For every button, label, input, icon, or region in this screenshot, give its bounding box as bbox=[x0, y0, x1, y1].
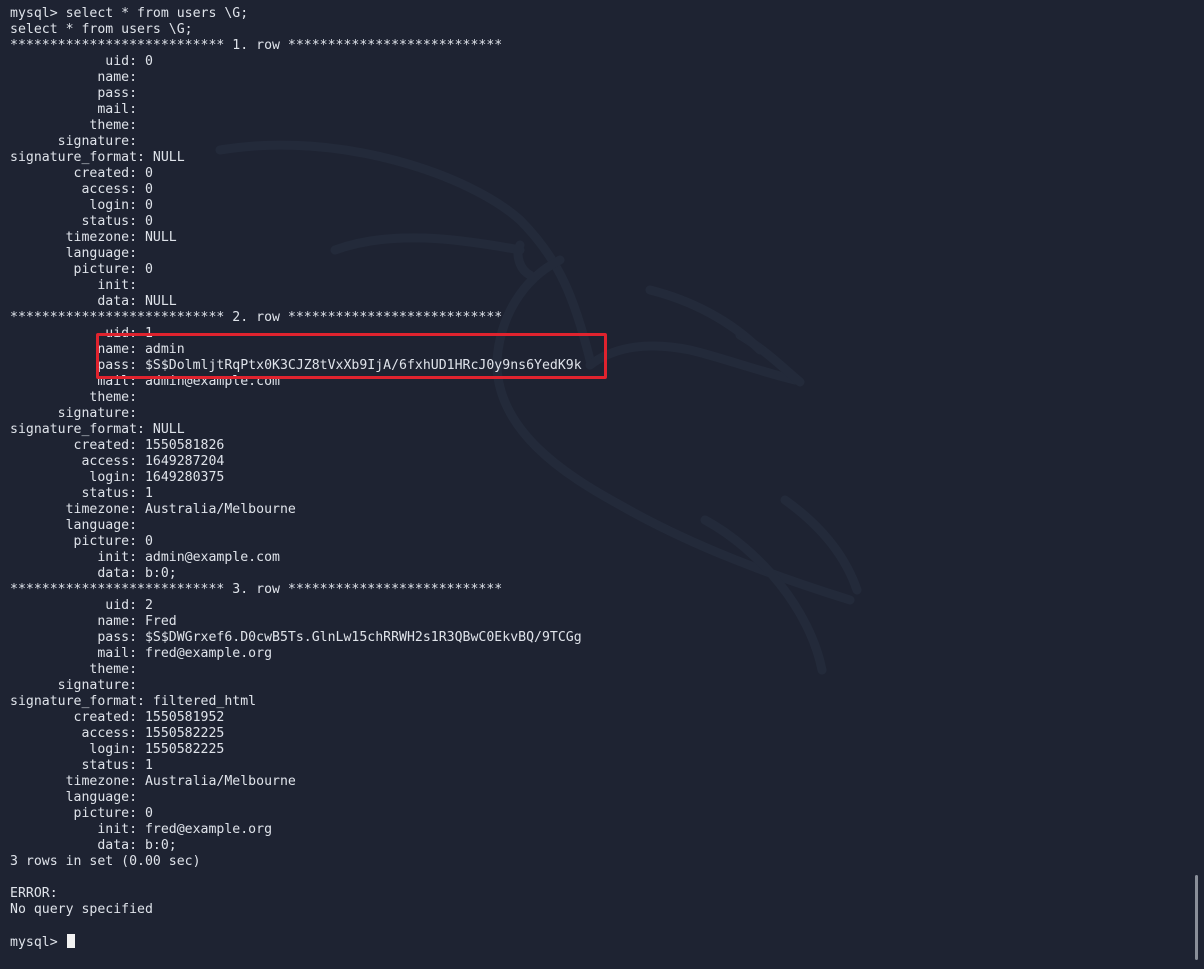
terminal-line: theme: bbox=[10, 390, 145, 405]
terminal-line: timezone: Australia/Melbourne bbox=[10, 774, 296, 789]
terminal-line: *************************** 3. row *****… bbox=[10, 582, 503, 597]
terminal-line: picture: 0 bbox=[10, 262, 153, 277]
terminal-line: login: 1649280375 bbox=[10, 470, 225, 485]
terminal-line: signature: bbox=[10, 406, 145, 421]
vertical-scrollbar[interactable] bbox=[1195, 875, 1198, 960]
terminal-line: login: 1550582225 bbox=[10, 742, 225, 757]
terminal-line: access: 0 bbox=[10, 182, 153, 197]
terminal-line: init: admin@example.com bbox=[10, 550, 280, 565]
terminal-line: data: b:0; bbox=[10, 838, 177, 853]
terminal-line: language: bbox=[10, 518, 145, 533]
terminal-line: No query specified bbox=[10, 902, 153, 917]
terminal-line: data: b:0; bbox=[10, 566, 177, 581]
terminal-line: signature_format: filtered_html bbox=[10, 694, 257, 709]
terminal-line: 3 rows in set (0.00 sec) bbox=[10, 854, 201, 869]
terminal-line: mail: fred@example.org bbox=[10, 646, 273, 661]
terminal-line: picture: 0 bbox=[10, 806, 153, 821]
terminal-line: status: 0 bbox=[10, 214, 153, 229]
terminal-line: data: NULL bbox=[10, 294, 177, 309]
terminal-line: language: bbox=[10, 246, 145, 261]
terminal-line: status: 1 bbox=[10, 486, 153, 501]
terminal-line: timezone: Australia/Melbourne bbox=[10, 502, 296, 517]
terminal-cursor bbox=[66, 934, 75, 948]
terminal-line: signature_format: NULL bbox=[10, 150, 185, 165]
terminal-line: uid: 0 bbox=[10, 54, 153, 69]
terminal-line: select * from users \G; bbox=[10, 22, 193, 37]
terminal-line: created: 1550581826 bbox=[10, 438, 225, 453]
terminal-line: signature_format: NULL bbox=[10, 422, 185, 437]
mysql-prompt: mysql> bbox=[10, 935, 66, 950]
terminal-line: mysql> select * from users \G; bbox=[10, 6, 249, 21]
terminal-line: init: bbox=[10, 278, 145, 293]
terminal-line: pass: bbox=[10, 86, 145, 101]
terminal-line: ERROR: bbox=[10, 886, 58, 901]
terminal-line: theme: bbox=[10, 118, 145, 133]
terminal-line: theme: bbox=[10, 662, 145, 677]
prompt-line[interactable]: mysql> bbox=[10, 934, 1184, 950]
terminal-line: picture: 0 bbox=[10, 534, 153, 549]
terminal-output: mysql> select * from users \G; select * f… bbox=[10, 6, 1184, 950]
terminal-line: access: 1649287204 bbox=[10, 454, 225, 469]
highlight-box bbox=[96, 333, 607, 379]
terminal-line: *************************** 1. row *****… bbox=[10, 38, 503, 53]
terminal-line: init: fred@example.org bbox=[10, 822, 273, 837]
terminal-line: timezone: NULL bbox=[10, 230, 177, 245]
terminal-line: access: 1550582225 bbox=[10, 726, 225, 741]
terminal-line: uid: 2 bbox=[10, 598, 153, 613]
terminal-line: mail: bbox=[10, 102, 145, 117]
terminal-line: login: 0 bbox=[10, 198, 153, 213]
terminal-line: *************************** 2. row *****… bbox=[10, 310, 503, 325]
terminal-line: status: 1 bbox=[10, 758, 153, 773]
terminal-line: name: bbox=[10, 70, 145, 85]
terminal-line: pass: $S$DWGrxef6.D0cwB5Ts.GlnLw15chRRWH… bbox=[10, 630, 582, 645]
terminal-line: language: bbox=[10, 790, 145, 805]
terminal-line: signature: bbox=[10, 678, 145, 693]
terminal-line: signature: bbox=[10, 134, 145, 149]
terminal-line: name: Fred bbox=[10, 614, 177, 629]
terminal-line: created: 0 bbox=[10, 166, 153, 181]
terminal-window[interactable]: mysql> select * from users \G; select * f… bbox=[0, 0, 1204, 969]
terminal-line: created: 1550581952 bbox=[10, 710, 225, 725]
